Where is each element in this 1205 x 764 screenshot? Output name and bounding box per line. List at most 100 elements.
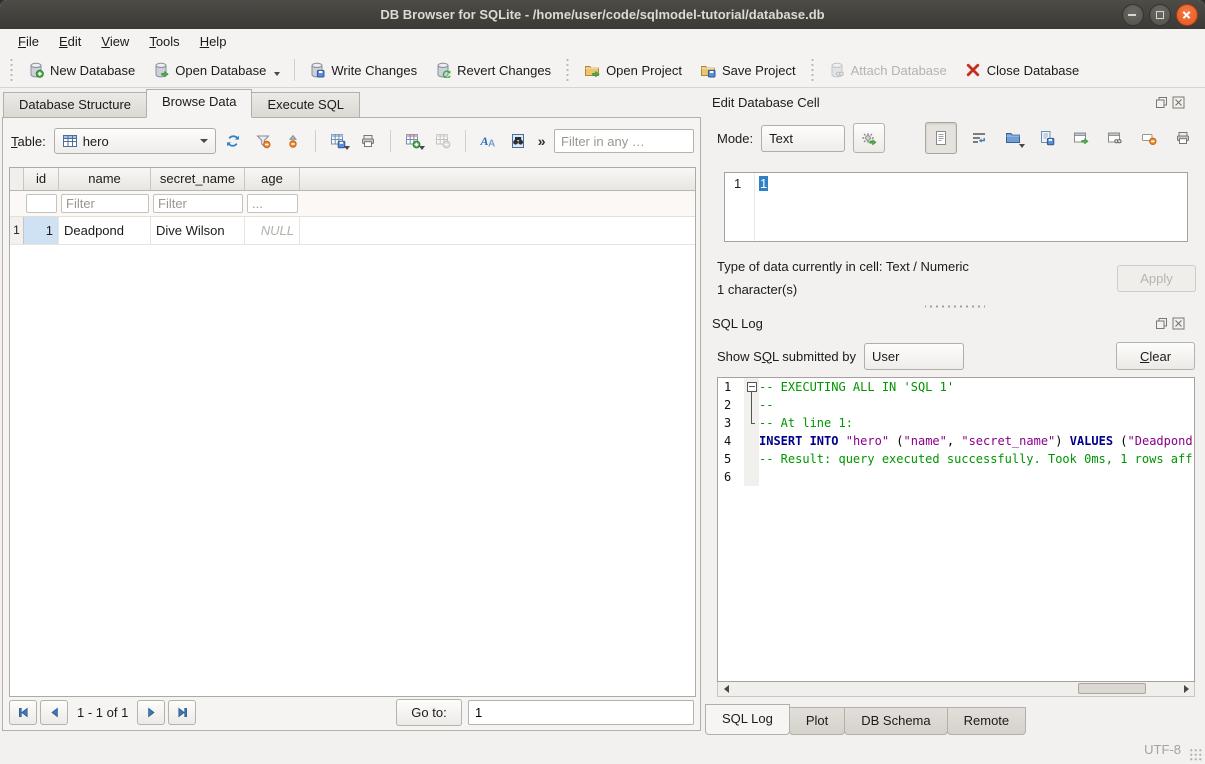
- table-selector-value: hero: [83, 134, 109, 149]
- menu-tools[interactable]: Tools: [139, 31, 189, 52]
- last-record-button[interactable]: [168, 700, 196, 725]
- open-project-button[interactable]: Open Project: [575, 58, 691, 82]
- menu-file[interactable]: File: [8, 31, 49, 52]
- encoding-label: UTF-8: [1144, 742, 1181, 757]
- tab-browse-data[interactable]: Browse Data: [146, 89, 252, 118]
- filter-cell: [245, 194, 300, 213]
- column-filter-input-id[interactable]: [26, 194, 57, 213]
- fold-marker[interactable]: [744, 378, 759, 396]
- new-database-button[interactable]: New Database: [19, 58, 144, 82]
- write-changes-button[interactable]: Write Changes: [300, 58, 426, 82]
- sql-log-line: 6: [718, 468, 1194, 486]
- goto-record-input[interactable]: [468, 700, 694, 725]
- first-record-button[interactable]: [9, 700, 37, 725]
- column-filter-input-secret_name[interactable]: [153, 194, 243, 213]
- column-header-age[interactable]: age: [245, 168, 300, 190]
- clear-filters-button[interactable]: [250, 128, 276, 154]
- table-cell-secret_name[interactable]: Dive Wilson: [151, 217, 245, 244]
- cell-type-label: Type of data currently in cell: Text / N…: [717, 259, 969, 274]
- table-cell-age[interactable]: NULL: [245, 217, 300, 244]
- apply-button[interactable]: Apply: [1117, 265, 1196, 292]
- import-data-button[interactable]: [1001, 125, 1025, 151]
- cell-editor[interactable]: 1 1: [724, 172, 1188, 242]
- printer-icon: [1175, 130, 1191, 146]
- submitted-by-select[interactable]: User: [864, 343, 964, 370]
- sql-token: VALUES: [1070, 434, 1113, 448]
- maximize-icon[interactable]: [1149, 4, 1171, 26]
- toolbar-overflow-icon[interactable]: »: [535, 133, 549, 149]
- insert-record-button[interactable]: [400, 128, 426, 154]
- find-button[interactable]: [505, 128, 531, 154]
- sql-token: "secret_name": [961, 434, 1055, 448]
- column-header-name[interactable]: name: [59, 168, 151, 190]
- goto-button[interactable]: Go to:: [396, 699, 462, 726]
- refresh-button[interactable]: [220, 128, 246, 154]
- clear-log-button[interactable]: Clear: [1116, 342, 1195, 370]
- dock-tab-db-schema[interactable]: DB Schema: [844, 707, 947, 735]
- table-selector[interactable]: hero: [54, 128, 216, 154]
- column-header-id[interactable]: id: [24, 168, 59, 190]
- sql-log-view[interactable]: 1-- EXECUTING ALL IN 'SQL 1'2--3-- At li…: [717, 377, 1195, 682]
- open-in-app-button[interactable]: [1069, 125, 1093, 151]
- close-dock-icon[interactable]: [1172, 317, 1185, 330]
- close-icon[interactable]: [1176, 4, 1198, 26]
- close-database-button[interactable]: Close Database: [956, 58, 1089, 82]
- row-header[interactable]: 1: [10, 217, 24, 244]
- open-database-button[interactable]: Open Database: [144, 58, 289, 82]
- copy-link-button[interactable]: [1103, 125, 1127, 151]
- close-dock-icon[interactable]: [1172, 96, 1185, 109]
- resize-grip[interactable]: [1189, 748, 1202, 761]
- titlebar[interactable]: DB Browser for SQLite - /home/user/code/…: [0, 0, 1205, 30]
- cell-editor-line-number: 1: [725, 173, 755, 241]
- mode-select[interactable]: Text: [761, 125, 845, 152]
- menu-view[interactable]: View: [91, 31, 139, 52]
- sql-token: --: [759, 398, 773, 412]
- dock-controls: [1155, 317, 1185, 330]
- scroll-right-icon[interactable]: [1179, 683, 1193, 694]
- set-null-button[interactable]: [1137, 125, 1161, 151]
- float-dock-icon[interactable]: [1155, 317, 1168, 330]
- dock-tab-plot[interactable]: Plot: [789, 707, 845, 735]
- save-project-label: Save Project: [722, 63, 796, 78]
- export-data-button[interactable]: [1035, 125, 1059, 151]
- next-record-button[interactable]: [137, 700, 165, 725]
- column-filter-input-name[interactable]: [61, 194, 149, 213]
- revert-changes-button[interactable]: Revert Changes: [426, 58, 560, 82]
- tab-execute-sql[interactable]: Execute SQL: [251, 92, 360, 118]
- table-cell-id[interactable]: 1: [24, 217, 59, 244]
- filter-any-column-input[interactable]: [554, 129, 694, 153]
- cell-editor-content[interactable]: 1: [755, 173, 768, 241]
- save-project-button[interactable]: Save Project: [691, 58, 805, 82]
- char-count-label: 1 character(s): [717, 282, 797, 297]
- filter-cell: [24, 194, 59, 213]
- format-button[interactable]: AA: [475, 128, 501, 154]
- scroll-left-icon[interactable]: [719, 683, 733, 694]
- text-mode-button[interactable]: [925, 122, 957, 154]
- print-button[interactable]: [355, 128, 381, 154]
- print-cell-button[interactable]: [1171, 125, 1195, 151]
- column-header-secret_name[interactable]: secret_name: [151, 168, 245, 190]
- menu-edit[interactable]: Edit: [49, 31, 91, 52]
- dock-tab-sql-log[interactable]: SQL Log: [705, 704, 790, 735]
- sql-log-dock-header[interactable]: SQL Log: [712, 314, 1195, 332]
- column-filter-input-age[interactable]: [247, 194, 298, 213]
- minimize-icon[interactable]: [1122, 4, 1144, 26]
- table-row: 11DeadpondDive WilsonNULL: [10, 217, 695, 245]
- delete-record-button[interactable]: [430, 128, 456, 154]
- auto-switch-mode-button[interactable]: [853, 123, 885, 153]
- previous-record-button[interactable]: [40, 700, 68, 725]
- scrollbar-thumb[interactable]: [1078, 683, 1146, 694]
- float-dock-icon[interactable]: [1155, 96, 1168, 109]
- save-table-button[interactable]: [325, 128, 351, 154]
- attach-database-button[interactable]: Attach Database: [820, 58, 956, 82]
- menu-help[interactable]: Help: [190, 31, 237, 52]
- word-wrap-button[interactable]: [967, 125, 991, 151]
- data-grid[interactable]: idnamesecret_nameage11DeadpondDive Wilso…: [9, 167, 696, 697]
- sql-log-hscrollbar[interactable]: [717, 682, 1195, 697]
- tab-database-structure[interactable]: Database Structure: [3, 92, 147, 118]
- clear-sorting-button[interactable]: [280, 128, 306, 154]
- dock-tab-remote[interactable]: Remote: [947, 707, 1027, 735]
- table-cell-name[interactable]: Deadpond: [59, 217, 151, 244]
- dock-splitter-handle[interactable]: [925, 304, 985, 309]
- edit-cell-dock-header[interactable]: Edit Database Cell: [712, 93, 1195, 111]
